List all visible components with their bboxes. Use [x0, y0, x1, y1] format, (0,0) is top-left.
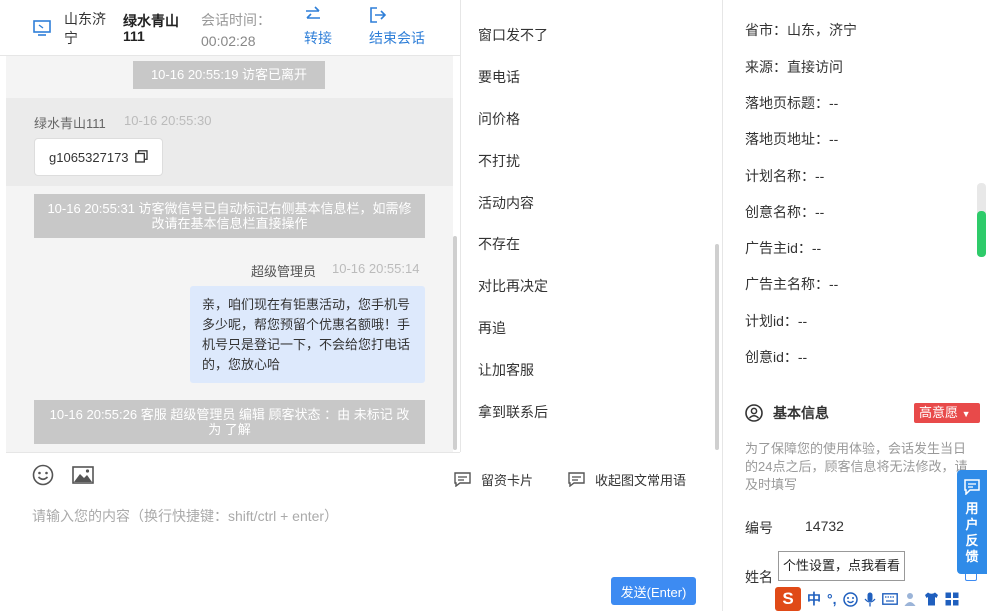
info-row-landing-url: 落地页地址：--	[745, 131, 839, 147]
ime-language[interactable]: 中	[807, 589, 821, 609]
number-label: 编号	[745, 520, 773, 536]
session-duration: 00:02:28	[201, 33, 256, 49]
quick-reply-item[interactable]: 不打扰	[478, 151, 520, 171]
quick-reply-list: 窗口发不了 要电话 问价格 不打扰 活动内容 不存在 对比再决定 再追 让加客服…	[460, 0, 722, 452]
system-message: 10-16 20:55:31 访客微信号已自动标记右侧基本信息栏，如需修改请在基…	[34, 194, 425, 238]
quick-reply-item[interactable]: 窗口发不了	[478, 25, 548, 45]
transfer-button[interactable]: 转接	[304, 6, 332, 48]
info-scrollbar-thumb[interactable]	[977, 211, 986, 257]
basic-info-title: 基本信息	[773, 405, 829, 421]
quick-reply-item[interactable]: 不存在	[478, 234, 520, 254]
ime-toolbar[interactable]: S 中 °,	[775, 587, 987, 611]
end-session-label: 结束会话	[369, 30, 425, 46]
quick-reply-item[interactable]: 要电话	[478, 67, 520, 87]
send-button[interactable]: 发送(Enter)	[611, 577, 696, 605]
end-session-button[interactable]: 结束会话	[369, 6, 425, 48]
phrases-icon	[568, 472, 585, 487]
chat-scrollbar[interactable]	[453, 236, 457, 450]
info-row-source: 来源：直接访问	[745, 59, 843, 75]
visitor-message-name: 绿水青山111	[34, 116, 106, 131]
info-row-region: 省市：山东，济宁	[745, 22, 857, 38]
settings-tooltip: 个性设置，点我看看	[778, 551, 905, 581]
transfer-label: 转接	[304, 30, 332, 46]
visitor-message-bubble: g1065327173	[34, 138, 163, 176]
info-row-landing-title: 落地页标题：--	[745, 95, 839, 111]
message-list[interactable]: 10-16 20:55:19 访客已离开 绿水青山111 10-16 20:55…	[6, 56, 453, 452]
agent-message-name: 超级管理员	[251, 264, 317, 279]
quick-reply-item[interactable]: 活动内容	[478, 193, 534, 213]
visitor-name: 绿水青山111	[123, 13, 179, 44]
info-row-plan-id: 计划id：--	[745, 313, 808, 329]
info-row-plan-name: 计划名称：--	[745, 168, 825, 184]
feedback-label: 用户反馈	[965, 501, 979, 564]
copy-icon[interactable]	[135, 150, 148, 163]
info-row-advertiser-id: 广告主id：--	[745, 240, 822, 256]
monitor-icon	[33, 20, 51, 36]
composer	[6, 452, 460, 611]
name-label: 姓名	[745, 569, 773, 585]
collapse-phrases-button[interactable]: 收起图文常用语	[568, 470, 686, 489]
quick-reply-item[interactable]: 让加客服	[478, 360, 534, 380]
feedback-button[interactable]: 用户反馈	[957, 470, 987, 574]
user-settings-icon[interactable]	[904, 592, 918, 607]
collapse-phrases-label: 收起图文常用语	[595, 473, 687, 488]
lead-card-label: 留资卡片	[481, 473, 534, 488]
keyboard-icon[interactable]	[881, 593, 898, 605]
intent-badge[interactable]: 高意愿 ▼	[914, 403, 980, 423]
quick-reply-scrollbar[interactable]	[715, 244, 719, 450]
user-circle-icon	[745, 404, 763, 422]
image-icon[interactable]	[72, 466, 94, 484]
chat-bubble-icon	[964, 479, 980, 495]
chat-header: 山东济宁 绿水青山111 会话时间： 00:02:28 转接 结束会话	[0, 0, 460, 56]
chat-panel: 山东济宁 绿水青山111 会话时间： 00:02:28 转接 结束会话 10-1…	[0, 0, 460, 611]
lead-card-button[interactable]: 留资卡片	[454, 470, 533, 489]
session-time-label: 会话时间：	[201, 12, 271, 28]
visitor-message-text: g1065327173	[49, 150, 129, 165]
agent-message-time: 10-16 20:55:14	[332, 261, 420, 276]
quick-reply-item[interactable]: 对比再决定	[478, 276, 548, 296]
info-row-creative-name: 创意名称：--	[745, 204, 825, 220]
skin-icon[interactable]	[924, 592, 939, 606]
visitor-location: 山东济宁	[64, 11, 106, 46]
transfer-icon	[306, 6, 320, 19]
microphone-icon[interactable]	[864, 592, 876, 607]
quick-reply-item[interactable]: 问价格	[478, 109, 520, 129]
emoji-icon[interactable]	[32, 464, 54, 486]
caret-down-icon: ▼	[961, 409, 971, 419]
edit-deadline-notice: 为了保障您的使用体验，会话发生当日的24点之后，顾客信息将无法修改，请及时填写	[745, 441, 968, 492]
system-message: 10-16 20:55:19 访客已离开	[133, 61, 325, 89]
message-input[interactable]	[32, 504, 452, 528]
visitor-message: 绿水青山111 10-16 20:55:30 g1065327173	[6, 98, 453, 186]
system-message: 10-16 20:55:26 客服 超级管理员 编辑 顾客状态 ：由 未标记 改…	[34, 400, 425, 444]
ime-logo[interactable]: S	[775, 587, 801, 611]
visitor-message-time: 10-16 20:55:30	[124, 113, 212, 128]
number-value: 14732	[805, 518, 844, 534]
info-row-creative-id: 创意id：--	[745, 349, 808, 365]
quick-reply-item[interactable]: 再追	[478, 318, 506, 338]
basic-info-heading: 基本信息	[745, 403, 829, 423]
quick-reply-item[interactable]: 拿到联系后	[478, 402, 548, 422]
exit-icon	[370, 7, 387, 23]
card-icon	[454, 472, 471, 487]
agent-message-bubble: 亲，咱们现在有钜惠活动，您手机号多少呢，帮您预留个优惠名额哦！手机号只是登记一下…	[190, 286, 425, 383]
ime-punctuation[interactable]: °,	[827, 591, 837, 607]
toolbox-icon[interactable]	[945, 592, 959, 606]
info-row-advertiser-name: 广告主名称：--	[745, 276, 839, 292]
intent-label: 高意愿	[919, 405, 959, 420]
info-scrollbar[interactable]	[977, 183, 986, 257]
smiley-icon[interactable]	[842, 591, 858, 607]
visitor-info-panel: 省市：山东，济宁 来源：直接访问 落地页标题：-- 落地页地址：-- 计划名称：…	[722, 0, 987, 611]
